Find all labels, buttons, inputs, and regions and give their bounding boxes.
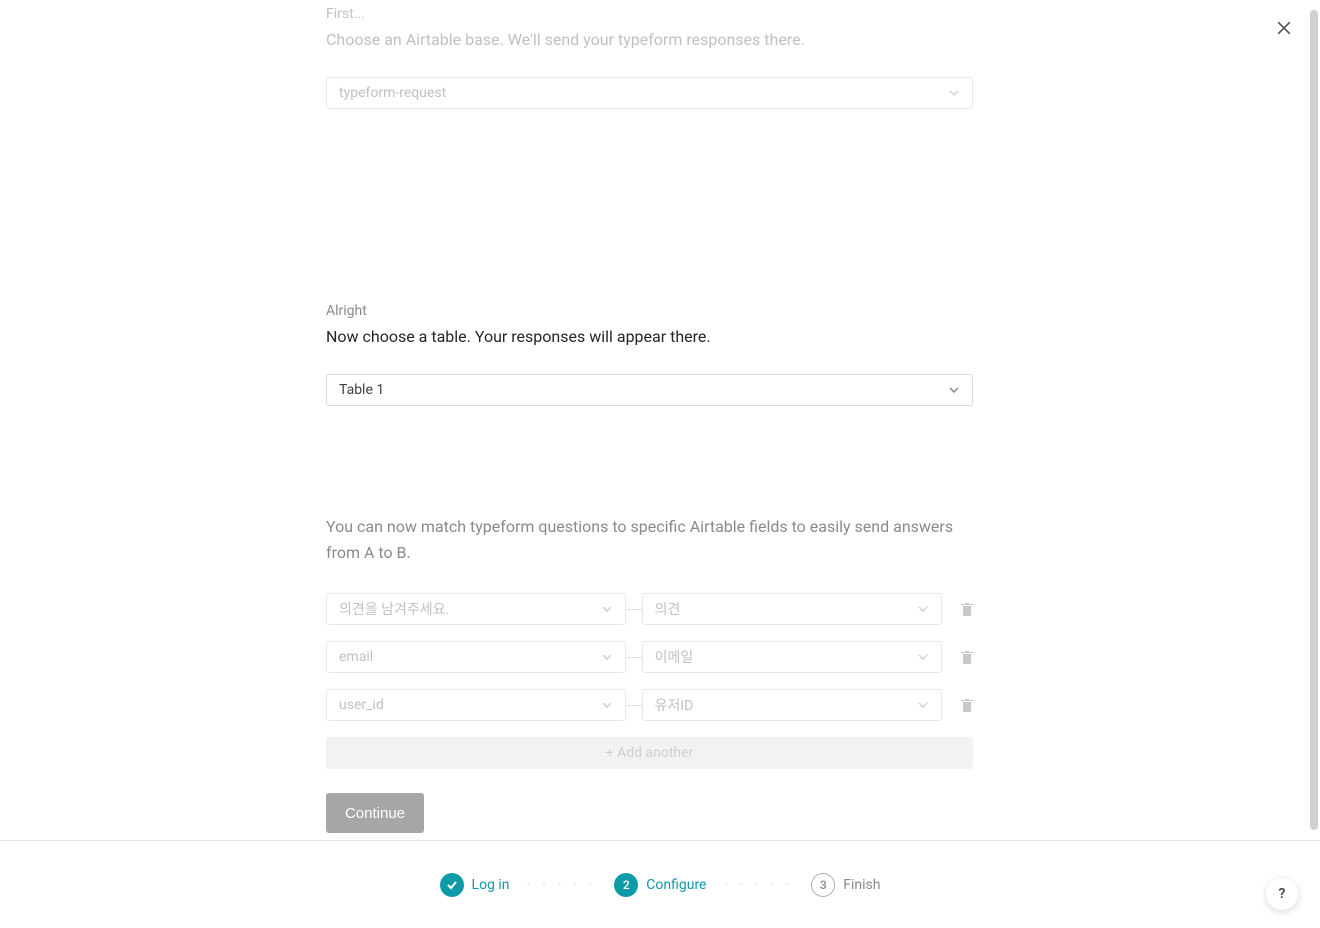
step-circle-done (440, 873, 464, 897)
main-content: First... Choose an Airtable base. We'll … (326, 0, 974, 833)
scrollbar-thumb[interactable] (1310, 10, 1318, 830)
check-icon (446, 879, 458, 891)
trash-icon[interactable] (960, 601, 974, 617)
section-choose-table: Alright Now choose a table. Your respons… (326, 303, 974, 406)
mapping-left-select[interactable]: email (326, 641, 626, 673)
base-select[interactable]: typeform-request (326, 77, 973, 109)
table-pre-label: Alright (326, 303, 974, 319)
step-circle-active: 2 (614, 873, 638, 897)
chevron-down-icon (948, 384, 960, 396)
step-login[interactable]: Log in (440, 873, 510, 897)
step-configure[interactable]: 2 Configure (614, 873, 706, 897)
mapping-right-value: 이메일 (655, 647, 694, 667)
mapping-row: 의견을 남겨주세요. 의견 (326, 593, 974, 625)
trash-icon[interactable] (960, 649, 974, 665)
chevron-down-icon (948, 87, 960, 99)
mapping-right-value: 의견 (655, 599, 681, 619)
table-select-value: Table 1 (339, 382, 384, 398)
mapping-list: 의견을 남겨주세요. 의견 email 이메일 (326, 593, 974, 721)
step-finish[interactable]: 3 Finish (811, 873, 880, 897)
mapping-right-select[interactable]: 이메일 (642, 641, 942, 673)
stepper-bar: Log in - - - - - 2 Configure - - - - - 3… (0, 840, 1320, 928)
section-choose-base: First... Choose an Airtable base. We'll … (326, 6, 974, 109)
trash-icon[interactable] (960, 697, 974, 713)
continue-button[interactable]: Continue (326, 793, 424, 833)
mapping-right-select[interactable]: 의견 (642, 593, 942, 625)
step-divider: - - - - - (528, 879, 597, 890)
help-icon: ? (1279, 886, 1286, 902)
chevron-down-icon (917, 651, 929, 663)
mapping-left-select[interactable]: user_id (326, 689, 626, 721)
stepper: Log in - - - - - 2 Configure - - - - - 3… (440, 873, 881, 897)
mapping-right-select[interactable]: 유저ID (642, 689, 942, 721)
mapping-left-select[interactable]: 의견을 남겨주세요. (326, 593, 626, 625)
chevron-down-icon (601, 651, 613, 663)
continue-label: Continue (345, 805, 405, 822)
add-another-label: + Add another (606, 745, 694, 761)
mapping-left-value: email (339, 649, 373, 665)
mapping-row: email 이메일 (326, 641, 974, 673)
step-label: Finish (843, 877, 880, 893)
base-pre-label: First... (326, 6, 974, 22)
base-select-value: typeform-request (339, 85, 446, 101)
scrollbar[interactable] (1306, 0, 1320, 840)
match-description: You can now match typeform questions to … (326, 514, 974, 565)
chevron-down-icon (917, 699, 929, 711)
connector-line (626, 657, 641, 658)
step-label: Log in (472, 877, 510, 893)
mapping-left-value: 의견을 남겨주세요. (339, 599, 449, 619)
step-divider: - - - - - (725, 879, 794, 890)
table-title: Now choose a table. Your responses will … (326, 327, 974, 346)
chevron-down-icon (601, 699, 613, 711)
step-label: Configure (646, 877, 706, 893)
connector-line (626, 609, 641, 610)
close-icon[interactable] (1274, 18, 1298, 42)
mapping-right-value: 유저ID (655, 695, 694, 715)
connector-line (626, 705, 641, 706)
step-circle-pending: 3 (811, 873, 835, 897)
mapping-row: user_id 유저ID (326, 689, 974, 721)
base-title: Choose an Airtable base. We'll send your… (326, 30, 974, 49)
mapping-left-value: user_id (339, 697, 384, 713)
chevron-down-icon (601, 603, 613, 615)
chevron-down-icon (917, 603, 929, 615)
help-button[interactable]: ? (1266, 878, 1298, 910)
table-select[interactable]: Table 1 (326, 374, 973, 406)
add-another-button[interactable]: + Add another (326, 737, 973, 769)
